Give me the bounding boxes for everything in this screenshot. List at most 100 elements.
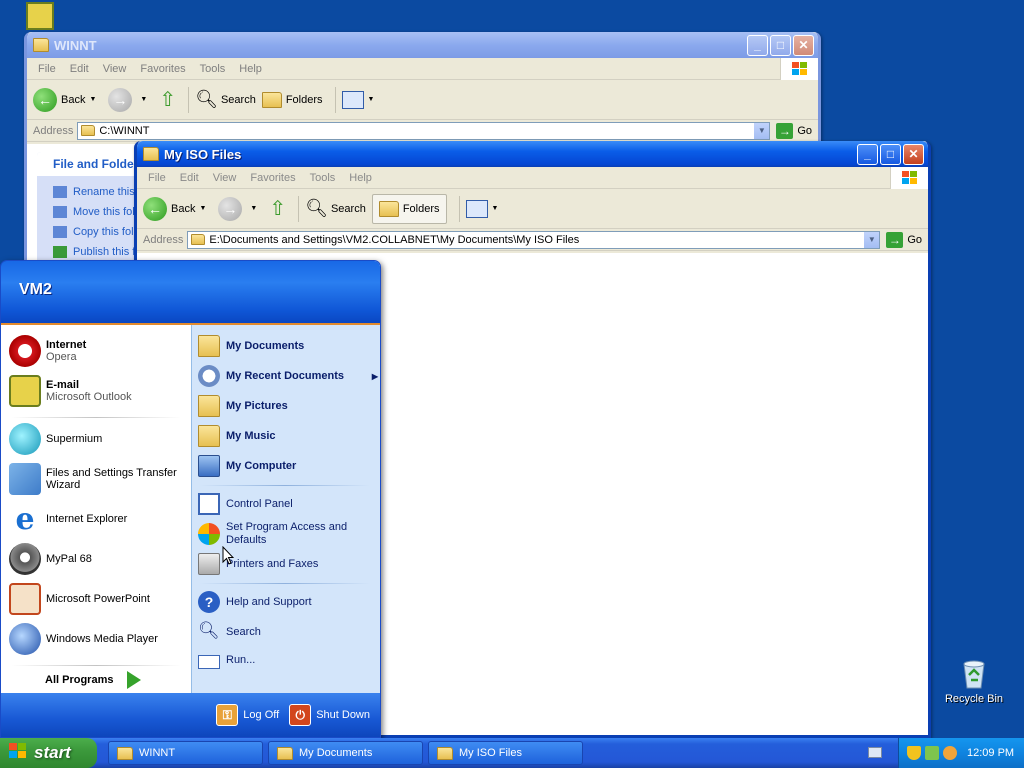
back-label: Back — [171, 202, 196, 215]
mypal-icon — [9, 543, 41, 575]
program-internet-explorer[interactable]: e Internet Explorer — [9, 502, 187, 537]
chevron-down-icon[interactable]: ▼ — [863, 231, 880, 248]
winnt-titlebar[interactable]: WINNT _ □ ✕ — [27, 32, 818, 58]
keyboard-icon[interactable] — [868, 747, 882, 758]
menu-tools[interactable]: Tools — [303, 172, 343, 184]
menu-view[interactable]: View — [96, 63, 134, 75]
go-button[interactable]: → Go — [776, 122, 812, 139]
program-mypal[interactable]: MyPal 68 — [9, 543, 187, 575]
place-my-music[interactable]: My Music — [198, 425, 376, 447]
copy-icon — [53, 226, 67, 239]
recycle-bin[interactable]: Recycle Bin — [939, 656, 1009, 705]
task-winnt[interactable]: WINNT — [108, 741, 263, 765]
views-icon — [341, 90, 364, 109]
chevron-down-icon[interactable]: ▼ — [250, 205, 257, 212]
address-input[interactable]: E:\Documents and Settings\VM2.COLLABNET\… — [187, 230, 881, 249]
go-arrow-icon: → — [886, 231, 904, 248]
views-icon — [465, 199, 488, 218]
chevron-down-icon[interactable]: ▼ — [89, 96, 96, 103]
place-my-documents[interactable]: My Documents — [198, 335, 376, 357]
go-label: Go — [907, 233, 922, 246]
program-supermium[interactable]: Supermium — [9, 423, 187, 455]
my-computer-icon — [198, 455, 220, 477]
search-button[interactable]: 🔍︎ Search — [195, 89, 256, 110]
chevron-down-icon: ▼ — [491, 205, 499, 212]
menu-favorites[interactable]: Favorites — [133, 63, 192, 75]
menu-tools[interactable]: Tools — [193, 63, 233, 75]
start-menu-header: VM2 — [1, 261, 380, 325]
desktop-shortcut[interactable] — [4, 2, 74, 30]
media-player-icon — [9, 623, 41, 655]
forward-button[interactable]: → ▼ — [108, 87, 153, 112]
chevron-down-icon[interactable]: ▼ — [199, 205, 206, 212]
program-media-player[interactable]: Windows Media Player — [9, 623, 187, 655]
menu-edit[interactable]: Edit — [63, 63, 96, 75]
chevron-down-icon[interactable]: ▼ — [140, 96, 147, 103]
up-button[interactable]: ⇧ — [159, 87, 176, 112]
log-off-button[interactable]: ⚿ Log Off — [216, 704, 279, 726]
menu-view[interactable]: View — [206, 172, 244, 184]
forward-arrow-icon: → — [108, 87, 133, 112]
back-button[interactable]: ← Back ▼ — [33, 87, 102, 112]
minimize-button[interactable]: _ — [857, 143, 878, 165]
task-my-documents[interactable]: My Documents — [268, 741, 423, 765]
divider — [200, 583, 370, 584]
folders-button[interactable]: Folders — [371, 193, 447, 224]
search-button[interactable]: 🔍︎ Search — [305, 198, 366, 219]
back-button[interactable]: ← Back ▼ — [143, 196, 212, 221]
place-program-access[interactable]: Set Program Access and Defaults — [198, 521, 376, 547]
program-transfer-wizard[interactable]: Files and Settings Transfer Wizard — [9, 463, 187, 495]
place-control-panel[interactable]: Control Panel — [198, 493, 376, 515]
menu-help[interactable]: Help — [232, 63, 269, 75]
up-button[interactable]: ⇧ — [269, 196, 286, 221]
program-powerpoint[interactable]: Microsoft PowerPoint — [9, 583, 187, 615]
folder-icon — [143, 147, 159, 161]
clock[interactable]: 12:09 PM — [967, 747, 1014, 759]
search-label: Search — [220, 93, 256, 106]
folder-up-icon: ⇧ — [269, 198, 287, 220]
views-button[interactable]: ▼ — [465, 199, 505, 218]
menu-file[interactable]: File — [141, 172, 173, 184]
place-search[interactable]: 🔍︎ Search — [198, 621, 376, 643]
maximize-button[interactable]: □ — [770, 34, 791, 56]
close-button[interactable]: ✕ — [793, 34, 814, 56]
views-button[interactable]: ▼ — [341, 90, 381, 109]
folders-icon — [378, 200, 399, 217]
folders-button[interactable]: Folders — [261, 91, 323, 108]
menu-file[interactable]: File — [31, 63, 63, 75]
place-my-computer[interactable]: My Computer — [198, 455, 376, 477]
place-run[interactable]: Run... — [198, 651, 376, 669]
my-documents-icon — [198, 335, 220, 357]
close-button[interactable]: ✕ — [903, 143, 924, 165]
start-button[interactable]: start — [0, 738, 97, 768]
menu-edit[interactable]: Edit — [173, 172, 206, 184]
place-my-pictures[interactable]: My Pictures — [198, 395, 376, 417]
search-icon: 🔍︎ — [195, 89, 218, 109]
toolbar: ← Back ▼ → ▼ ⇧ 🔍︎ Search Folders ▼ — [137, 189, 928, 229]
rename-icon — [53, 186, 67, 199]
pinned-email[interactable]: E-mail Microsoft Outlook — [9, 375, 187, 407]
shield-icon[interactable] — [907, 746, 921, 760]
all-programs-button[interactable]: All Programs — [45, 671, 142, 689]
pinned-internet[interactable]: Internet Opera — [9, 335, 187, 367]
menu-help[interactable]: Help — [342, 172, 379, 184]
iso-titlebar[interactable]: My ISO Files _ □ ✕ — [137, 141, 928, 167]
menubar: File Edit View Favorites Tools Help — [137, 167, 928, 189]
move-icon — [53, 206, 67, 219]
chevron-down-icon[interactable]: ▼ — [753, 122, 770, 139]
place-my-recent-documents[interactable]: My Recent Documents ▶ — [198, 365, 378, 387]
forward-button[interactable]: → ▼ — [218, 196, 263, 221]
search-icon[interactable] — [943, 746, 957, 760]
maximize-button[interactable]: □ — [880, 143, 901, 165]
minimize-button[interactable]: _ — [747, 34, 768, 56]
shut-down-button[interactable]: ⏻ Shut Down — [289, 704, 370, 726]
go-button[interactable]: → Go — [886, 231, 922, 248]
outlook-icon — [9, 375, 41, 407]
menu-favorites[interactable]: Favorites — [243, 172, 302, 184]
place-help[interactable]: ? Help and Support — [198, 591, 376, 613]
network-icon[interactable] — [925, 746, 939, 760]
my-pictures-icon — [198, 395, 220, 417]
task-my-iso-files[interactable]: My ISO Files — [428, 741, 583, 765]
help-icon: ? — [198, 591, 220, 613]
address-input[interactable]: C:\WINNT ▼ — [77, 121, 771, 140]
